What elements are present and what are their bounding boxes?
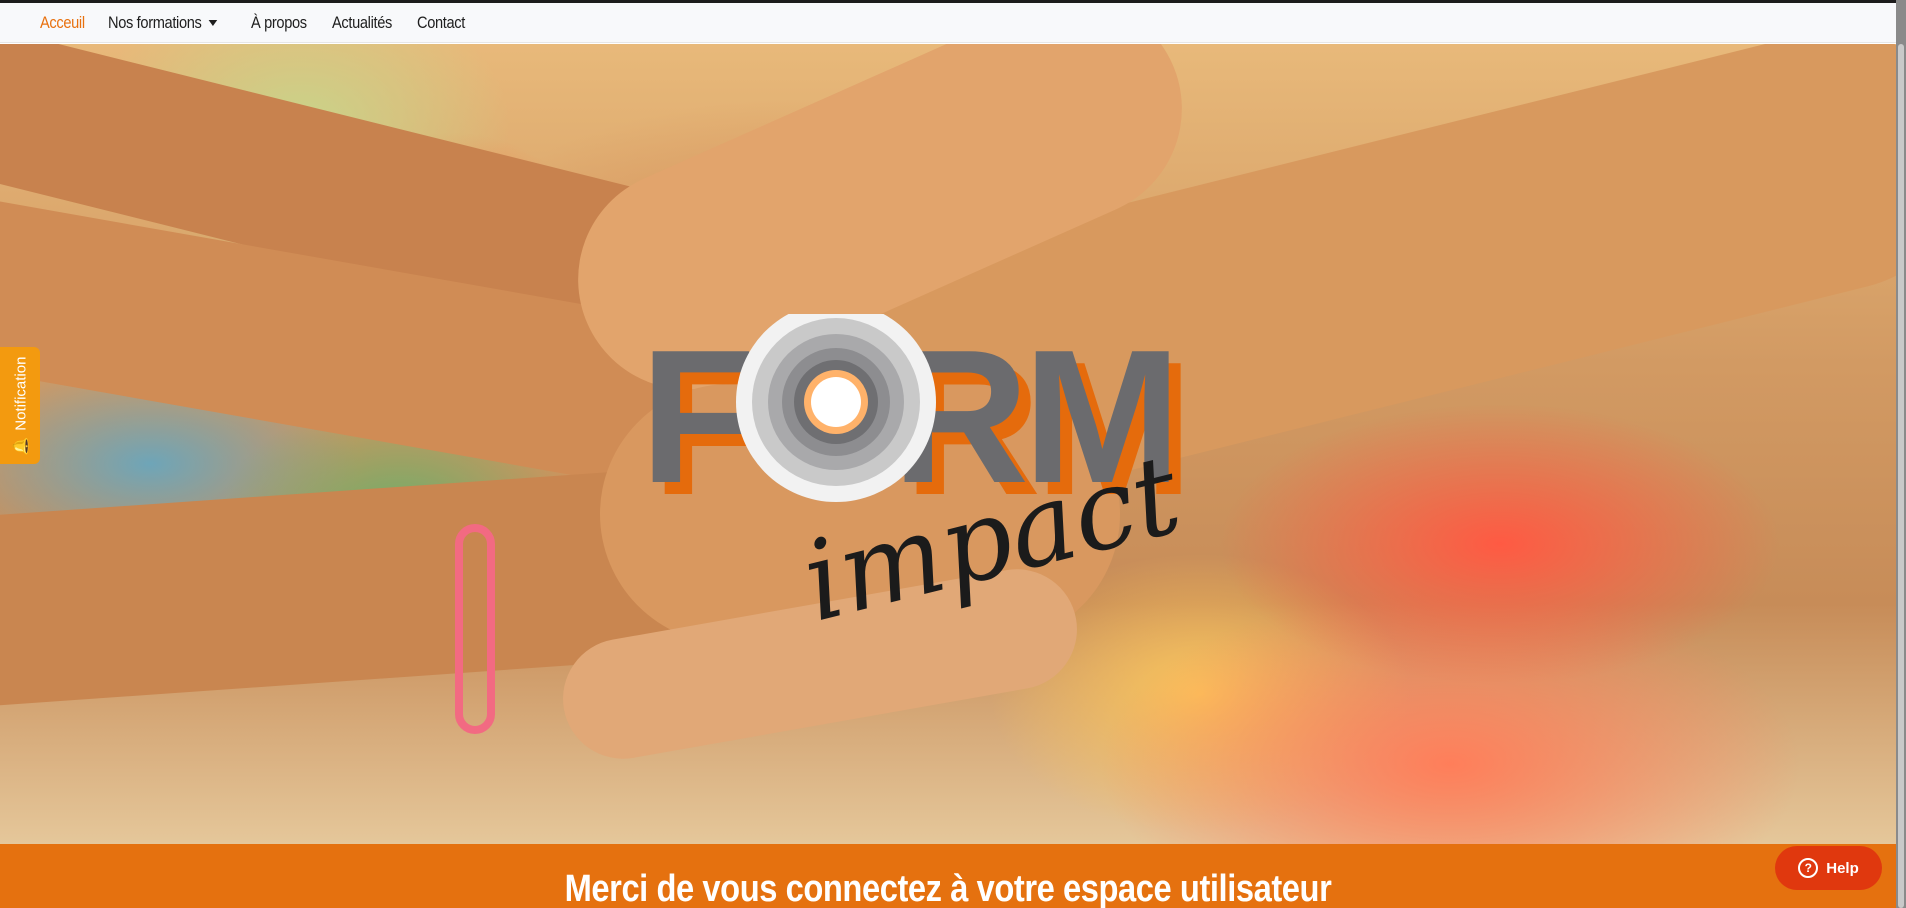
- nav-item-accueil[interactable]: Acceuil: [40, 13, 85, 33]
- banner-heading: Merci de vous connectez à votre espace u…: [564, 868, 1332, 908]
- nav-item-a-propos[interactable]: À propos: [251, 13, 307, 33]
- nav-item-nos-formations[interactable]: Nos formations: [108, 13, 217, 33]
- bell-icon: 🔔: [12, 436, 30, 455]
- chevron-down-icon: [208, 19, 217, 26]
- nav-item-actualites[interactable]: Actualités: [332, 13, 392, 33]
- scrollbar[interactable]: [1896, 0, 1906, 908]
- help-button[interactable]: ? Help: [1775, 846, 1882, 890]
- login-prompt-banner: Merci de vous connectez à votre espace u…: [0, 844, 1896, 908]
- form-impact-logo: FORM FORM impact: [640, 314, 1193, 634]
- hero-banner: FORM FORM impact: [0, 44, 1896, 844]
- notification-label: Notification: [11, 356, 29, 431]
- top-navigation: Acceuil Nos formations À propos Actualit…: [0, 3, 1896, 43]
- nav-item-contact[interactable]: Contact: [417, 13, 465, 33]
- scrollbar-thumb[interactable]: [1898, 44, 1904, 908]
- help-label: Help: [1826, 859, 1859, 877]
- question-circle-icon: ?: [1798, 858, 1819, 878]
- nav-item-label: Nos formations: [108, 12, 202, 32]
- hero-photo-bracelet: [455, 524, 495, 734]
- notification-tab[interactable]: 🔔 Notification: [0, 347, 40, 464]
